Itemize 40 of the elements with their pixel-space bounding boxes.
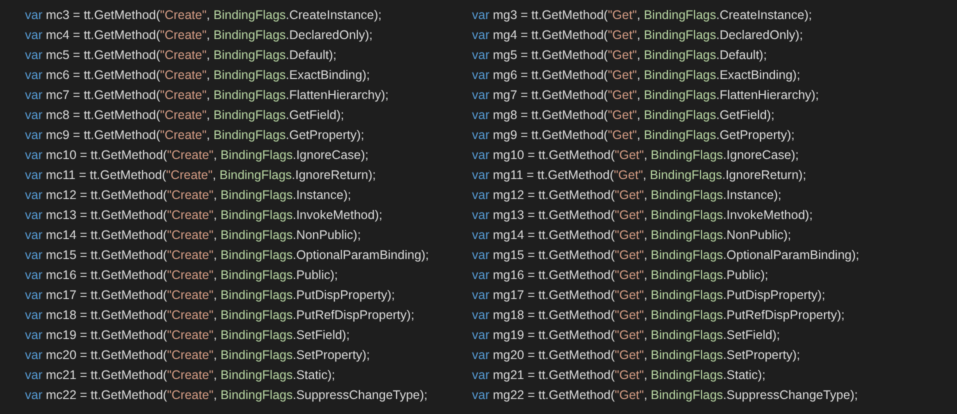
code-line: var mc15 = tt.GetMethod("Create", BindingFlags.OptionalParamBinding); [25, 247, 429, 264]
code-line: var mg5 = tt.GetMethod("Get", BindingFlags.Default); [472, 47, 767, 64]
code-line: var mg4 = tt.GetMethod("Get", BindingFlags.DeclaredOnly); [472, 27, 803, 44]
code-line: var mg14 = tt.GetMethod("Get", BindingFlags.NonPublic); [472, 227, 792, 244]
code-line: var mg17 = tt.GetMethod("Get", BindingFlags.PutDispProperty); [472, 287, 826, 304]
code-line: var mg6 = tt.GetMethod("Get", BindingFlags.ExactBinding); [472, 67, 800, 84]
code-line: var mg11 = tt.GetMethod("Get", BindingFlags.IgnoreReturn); [472, 167, 806, 184]
code-line: var mc4 = tt.GetMethod("Create", BindingFlags.DeclaredOnly); [25, 27, 373, 44]
code-line: var mg10 = tt.GetMethod("Get", BindingFlags.IgnoreCase); [472, 147, 799, 164]
code-line: var mc3 = tt.GetMethod("Create", BindingFlags.CreateInstance); [25, 7, 382, 24]
code-line: var mg8 = tt.GetMethod("Get", BindingFlags.GetField); [472, 107, 774, 124]
code-line: var mg22 = tt.GetMethod("Get", BindingFlags.SuppressChangeType); [472, 387, 858, 404]
code-line: var mg12 = tt.GetMethod("Get", BindingFlags.Instance); [472, 187, 782, 204]
code-line: var mc8 = tt.GetMethod("Create", BindingFlags.GetField); [25, 107, 344, 124]
code-line: var mc18 = tt.GetMethod("Create", BindingFlags.PutRefDispProperty); [25, 307, 414, 324]
code-line: var mc7 = tt.GetMethod("Create", BindingFlags.FlattenHierarchy); [25, 87, 389, 104]
code-line: var mg16 = tt.GetMethod("Get", BindingFlags.Public); [472, 267, 768, 284]
code-line: var mc9 = tt.GetMethod("Create", BindingFlags.GetProperty); [25, 127, 364, 144]
code-line: var mg21 = tt.GetMethod("Get", BindingFlags.Static); [472, 367, 766, 384]
code-line: var mg15 = tt.GetMethod("Get", BindingFlags.OptionalParamBinding); [472, 247, 860, 264]
code-line: var mg20 = tt.GetMethod("Get", BindingFlags.SetProperty); [472, 347, 800, 364]
code-line: var mc10 = tt.GetMethod("Create", BindingFlags.IgnoreCase); [25, 147, 368, 164]
code-line: var mc11 = tt.GetMethod("Create", BindingFlags.IgnoreReturn); [25, 167, 376, 184]
code-line: var mc13 = tt.GetMethod("Create", BindingFlags.InvokeMethod); [25, 207, 382, 224]
code-line: var mc16 = tt.GetMethod("Create", BindingFlags.Public); [25, 267, 338, 284]
code-line: var mc14 = tt.GetMethod("Create", BindingFlags.NonPublic); [25, 227, 361, 244]
code-line: var mc17 = tt.GetMethod("Create", BindingFlags.PutDispProperty); [25, 287, 395, 304]
code-line: var mc21 = tt.GetMethod("Create", BindingFlags.Static); [25, 367, 336, 384]
code-line: var mc12 = tt.GetMethod("Create", BindingFlags.Instance); [25, 187, 352, 204]
code-line: var mc20 = tt.GetMethod("Create", BindingFlags.SetProperty); [25, 347, 370, 364]
code-line: var mc22 = tt.GetMethod("Create", BindingFlags.SuppressChangeType); [25, 387, 428, 404]
code-line: var mg7 = tt.GetMethod("Get", BindingFlags.FlattenHierarchy); [472, 87, 819, 104]
code-line: var mc5 = tt.GetMethod("Create", BindingFlags.Default); [25, 47, 336, 64]
code-line: var mc19 = tt.GetMethod("Create", BindingFlags.SetField); [25, 327, 350, 344]
code-line: var mg3 = tt.GetMethod("Get", BindingFlags.CreateInstance); [472, 7, 812, 24]
code-line: var mg13 = tt.GetMethod("Get", BindingFlags.InvokeMethod); [472, 207, 813, 224]
code-line: var mc6 = tt.GetMethod("Create", BindingFlags.ExactBinding); [25, 67, 370, 84]
code-line: var mg19 = tt.GetMethod("Get", BindingFlags.SetField); [472, 327, 780, 344]
code-line: var mg9 = tt.GetMethod("Get", BindingFlags.GetProperty); [472, 127, 795, 144]
code-line: var mg18 = tt.GetMethod("Get", BindingFlags.PutRefDispProperty); [472, 307, 845, 324]
